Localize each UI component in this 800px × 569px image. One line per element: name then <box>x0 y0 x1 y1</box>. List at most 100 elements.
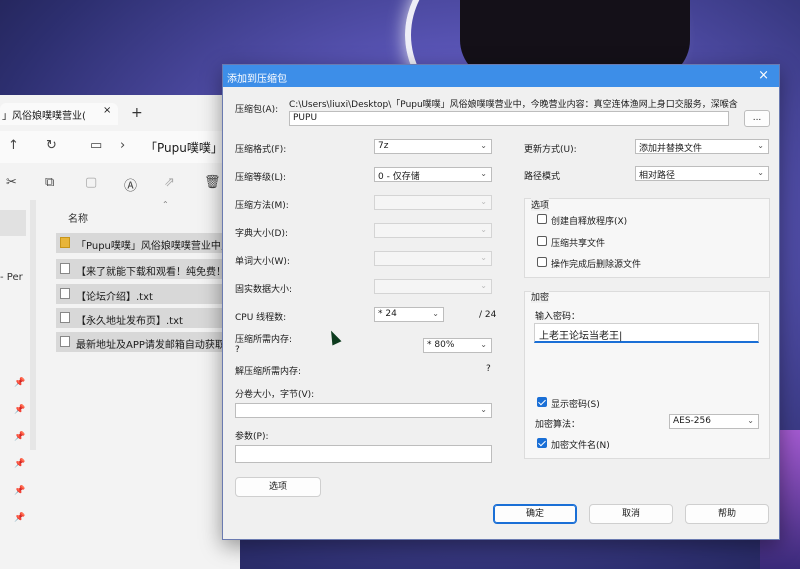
params-label: 参数(P): <box>235 432 269 442</box>
pin-icon: 📌 <box>14 432 26 442</box>
share-icon[interactable]: ⇗ <box>164 175 175 190</box>
enc-method-value: AES-256 <box>673 416 711 426</box>
method-label: 压缩方法(M): <box>235 201 289 211</box>
pin-icon: 📌 <box>14 405 26 415</box>
encryption-group-title: 加密 <box>531 290 550 303</box>
format-value: 7z <box>378 141 389 151</box>
list-item[interactable]: 【永久地址发布页】.txt <box>56 308 228 328</box>
show-password-label[interactable]: 显示密码(S) <box>551 397 600 410</box>
monitor-icon[interactable]: ▭ <box>90 138 102 153</box>
explorer-tab[interactable]: 」风俗娘噗噗营业( <box>0 103 118 125</box>
pin-icon: 📌 <box>14 513 26 523</box>
password-label: 输入密码： <box>535 312 581 322</box>
pin-icon: 📌 <box>14 378 26 388</box>
encrypt-names-label[interactable]: 加密文件名(N) <box>551 438 610 451</box>
delete-source-checkbox[interactable] <box>537 257 547 267</box>
dict-select[interactable]: ⌄ <box>374 223 492 238</box>
delete-icon[interactable]: 🗑 <box>204 175 221 190</box>
solid-select[interactable]: ⌄ <box>374 279 492 294</box>
list-item[interactable]: 「Pupu噗噗」风俗娘噗噗营业中, <box>56 233 228 253</box>
mem-comp-value: * 80% <box>427 340 455 350</box>
mem-decomp-label: 解压缩所需内存: <box>235 367 302 377</box>
chevron-down-icon: ⌄ <box>747 416 754 425</box>
enc-method-select[interactable]: AES-256 ⌄ <box>669 414 759 429</box>
chevron-down-icon: ⌄ <box>480 281 487 290</box>
path-mode-label: 路径模式 <box>524 172 561 182</box>
encrypt-names-checkbox[interactable] <box>537 438 547 448</box>
dict-label: 字典大小(D): <box>235 229 288 239</box>
chevron-right-icon: › <box>120 138 126 153</box>
archive-label: 压缩包(A): <box>235 105 279 115</box>
chevron-down-icon: ⌄ <box>432 309 439 318</box>
shared-label[interactable]: 压缩共享文件 <box>551 236 605 249</box>
sfx-checkbox[interactable] <box>537 214 547 224</box>
up-arrow-icon[interactable]: ↑ <box>8 138 19 153</box>
update-label: 更新方式(U): <box>524 145 577 155</box>
explorer-tab-title: 」风俗娘噗噗营业( <box>2 111 86 122</box>
path-mode-select[interactable]: 相对路径 ⌄ <box>635 166 769 181</box>
level-label: 压缩等级(L): <box>235 173 287 183</box>
mem-comp-select[interactable]: * 80% ⌄ <box>423 338 492 353</box>
password-input[interactable]: 上老王论坛当老王| <box>534 323 759 343</box>
nav-scrollbar[interactable] <box>30 200 36 450</box>
ok-button[interactable]: 确定 <box>493 504 577 524</box>
options-group-title: 选项 <box>531 198 550 211</box>
chevron-down-icon: ⌄ <box>480 253 487 262</box>
mem-decomp-value: ? <box>486 364 491 374</box>
dialog-title: 添加到压缩包 <box>227 74 287 85</box>
mem-comp-value-unknown: ? <box>235 345 240 355</box>
threads-select[interactable]: * 24 ⌄ <box>374 307 444 322</box>
delete-source-label[interactable]: 操作完成后删除源文件 <box>551 257 641 270</box>
file-icon <box>60 263 70 274</box>
threads-value: * 24 <box>378 309 397 319</box>
pin-icon: 📌 <box>14 486 26 496</box>
sfx-label[interactable]: 创建自释放程序(X) <box>551 214 627 227</box>
list-item[interactable]: 【来了就能下载和观看！纯免费！ <box>56 259 228 279</box>
chevron-down-icon: ⌄ <box>480 169 487 178</box>
threads-max: / 24 <box>479 310 497 320</box>
threads-label: CPU 线程数: <box>235 313 287 323</box>
update-select[interactable]: 添加并替换文件 ⌄ <box>635 139 769 154</box>
enc-method-label: 加密算法： <box>535 420 581 430</box>
archive-name-input[interactable]: PUPU <box>289 111 729 126</box>
list-item[interactable]: 【论坛介绍】.txt <box>56 284 228 304</box>
copy-icon[interactable]: ⧉ <box>45 175 54 190</box>
cut-icon[interactable]: ✂ <box>6 175 17 190</box>
shared-checkbox[interactable] <box>537 236 547 246</box>
tab-close-icon[interactable]: × <box>103 105 111 116</box>
column-header-name[interactable]: 名称 <box>68 210 88 225</box>
pin-icon: 📌 <box>14 459 26 469</box>
params-input[interactable] <box>235 445 492 463</box>
navigation-pane-selected[interactable] <box>0 210 26 236</box>
dialog-titlebar[interactable]: 添加到压缩包 × <box>223 65 779 87</box>
path-mode-value: 相对路径 <box>639 171 676 181</box>
cancel-button[interactable]: 取消 <box>589 504 673 524</box>
new-tab-icon[interactable]: + <box>131 105 143 121</box>
chevron-down-icon: ⌄ <box>480 225 487 234</box>
paste-icon[interactable]: ▢ <box>85 175 97 190</box>
word-select[interactable]: ⌄ <box>374 251 492 266</box>
close-icon[interactable]: × <box>758 68 769 83</box>
show-password-checkbox[interactable] <box>537 397 547 407</box>
chevron-down-icon: ⌄ <box>480 405 487 414</box>
update-value: 添加并替换文件 <box>639 144 703 154</box>
chevron-down-icon: ⌄ <box>480 197 487 206</box>
split-select[interactable]: ⌄ <box>235 403 492 418</box>
archive-path: C:\Users\liuxi\Desktop\「Pupu噗噗」风俗娘噗噗营业中，… <box>289 100 738 110</box>
nav-item-label[interactable]: - Per <box>0 272 23 283</box>
browse-button[interactable]: ... <box>744 110 770 127</box>
options-button[interactable]: 选项 <box>235 477 321 497</box>
mem-comp-label: 压缩所需内存: <box>235 335 293 345</box>
word-label: 单词大小(W): <box>235 257 290 267</box>
refresh-icon[interactable]: ↻ <box>46 138 57 153</box>
format-label: 压缩格式(F): <box>235 145 287 155</box>
method-select[interactable]: ⌄ <box>374 195 492 210</box>
format-select[interactable]: 7z ⌄ <box>374 139 492 154</box>
list-item[interactable]: 最新地址及APP请发邮箱自动获取 <box>56 332 228 352</box>
level-select[interactable]: 0 - 仅存储 ⌄ <box>374 167 492 182</box>
level-value: 0 - 仅存储 <box>378 172 420 182</box>
options-group: 选项 创建自释放程序(X) 压缩共享文件 操作完成后删除源文件 <box>524 198 770 278</box>
chevron-down-icon: ⌄ <box>480 340 487 349</box>
help-button[interactable]: 帮助 <box>685 504 769 524</box>
rename-icon[interactable]: Ⓐ <box>124 175 137 194</box>
